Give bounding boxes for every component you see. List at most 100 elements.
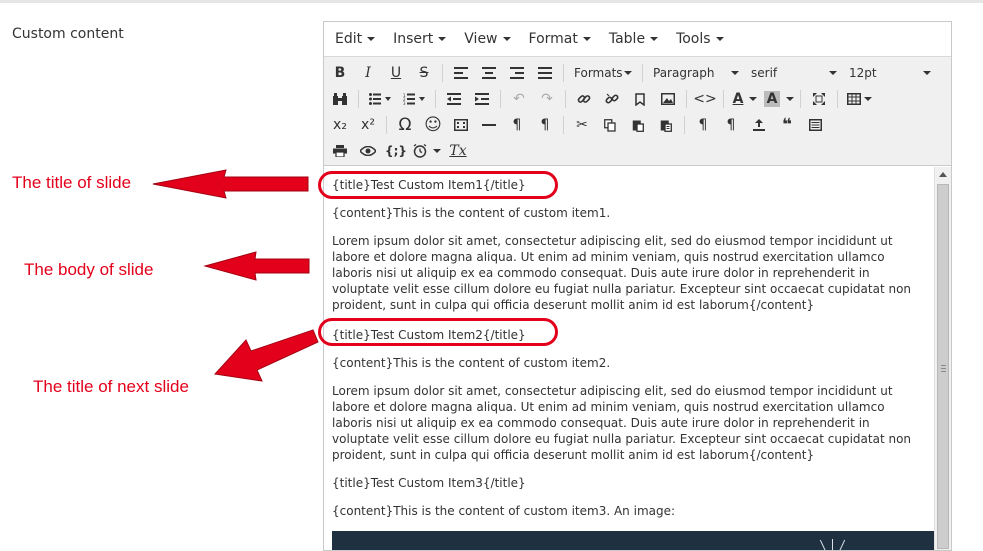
toolbar-row-1: B I U S Formats Paragraph serif 12pt — [326, 60, 949, 86]
fullscreen-icon[interactable] — [805, 87, 833, 111]
formats-dropdown[interactable]: Formats — [568, 62, 638, 84]
image-decoration — [835, 539, 846, 550]
annotation-body-of-slide: The body of slide — [24, 260, 154, 279]
toolbar-separator — [563, 116, 564, 134]
code-sample-icon[interactable]: {;} — [382, 139, 410, 163]
font-size-dropdown[interactable]: 12pt — [843, 62, 937, 84]
align-center-icon[interactable] — [475, 61, 503, 85]
chevron-down-icon — [624, 71, 632, 75]
paragraph-ltr-icon[interactable]: ¶ — [689, 113, 717, 137]
bullet-list-button[interactable] — [363, 87, 397, 111]
chevron-down-icon — [650, 37, 659, 41]
toolbar-separator — [358, 90, 359, 108]
blockquote-icon[interactable]: ❝ — [773, 113, 801, 137]
rich-text-editor: Edit Insert View Format Table Tools B I … — [323, 21, 952, 551]
editor-menubar: Edit Insert View Format Table Tools — [324, 22, 951, 57]
arrow-next-title — [213, 329, 319, 382]
emoticon-icon[interactable]: ☺ — [419, 113, 447, 137]
grip-line — [941, 365, 946, 366]
insert-file-icon[interactable] — [745, 113, 773, 137]
link-icon[interactable] — [570, 87, 598, 111]
insert-datetime-button[interactable] — [410, 139, 444, 163]
bold-button[interactable]: B — [326, 61, 354, 85]
cut-icon[interactable]: ✂ — [568, 113, 596, 137]
top-divider — [0, 0, 983, 3]
undo-icon[interactable]: ↶ — [505, 87, 533, 111]
chevron-down-icon — [731, 71, 739, 75]
find-replace-icon[interactable] — [326, 87, 354, 111]
annotation-title-of-slide: The title of slide — [12, 173, 132, 192]
chevron-down-icon — [863, 97, 872, 101]
slide-title-3: {title}Test Custom Item3{/title} — [332, 476, 526, 490]
menu-table[interactable]: Table — [600, 22, 667, 56]
indent-icon[interactable] — [468, 87, 496, 111]
horizontal-rule-icon[interactable] — [475, 113, 503, 137]
toolbar-separator — [723, 90, 724, 108]
slide-body-1: Lorem ipsum dolor sit amet, consectetur … — [332, 234, 912, 312]
menu-insert[interactable]: Insert — [384, 22, 455, 56]
align-justify-icon[interactable] — [531, 61, 559, 85]
source-code-icon[interactable]: <> — [691, 87, 719, 111]
chevron-down-icon — [829, 71, 837, 75]
menu-format[interactable]: Format — [520, 22, 600, 56]
image-icon[interactable] — [654, 87, 682, 111]
block-format-dropdown[interactable]: Paragraph — [647, 62, 745, 84]
editor-toolbar: B I U S Formats Paragraph serif 12pt 123 — [324, 57, 951, 166]
chevron-down-icon — [502, 37, 511, 41]
toolbar-separator — [642, 64, 643, 82]
font-family-dropdown[interactable]: serif — [745, 62, 843, 84]
align-right-icon[interactable] — [503, 61, 531, 85]
grip-line — [941, 371, 946, 372]
chevron-down-icon — [923, 71, 931, 75]
toolbar-separator — [435, 90, 436, 108]
editor-content-area[interactable]: {title}Test Custom Item1{/title} {conten… — [324, 167, 935, 550]
show-blocks-icon[interactable]: ¶ — [503, 113, 531, 137]
media-icon[interactable] — [447, 113, 475, 137]
chevron-down-icon — [749, 97, 758, 101]
clear-formatting-icon[interactable]: Tx — [444, 139, 472, 163]
rtl-icon[interactable]: ¶ — [531, 113, 559, 137]
print-icon[interactable] — [326, 139, 354, 163]
preview-icon[interactable] — [354, 139, 382, 163]
table-insert-button[interactable] — [842, 87, 876, 111]
paragraph-rtl-icon[interactable]: ¶ — [717, 113, 745, 137]
paste-icon[interactable] — [624, 113, 652, 137]
outdent-icon[interactable] — [440, 87, 468, 111]
underline-button[interactable]: U — [382, 61, 410, 85]
unlink-icon[interactable] — [598, 87, 626, 111]
background-color-button[interactable]: A — [762, 87, 796, 111]
text-color-button[interactable]: A — [728, 87, 762, 111]
toolbar-separator — [800, 90, 801, 108]
toolbar-separator — [686, 90, 687, 108]
paste-text-icon[interactable] — [652, 113, 680, 137]
template-icon[interactable] — [801, 113, 829, 137]
toolbar-separator — [563, 64, 564, 82]
menu-view[interactable]: View — [455, 22, 519, 56]
superscript-button[interactable]: x² — [354, 113, 382, 137]
toolbar-separator — [837, 90, 838, 108]
toolbar-separator — [442, 64, 443, 82]
toolbar-separator — [500, 90, 501, 108]
numbered-list-button[interactable]: 123 — [397, 87, 431, 111]
scrollbar-thumb[interactable] — [937, 184, 949, 549]
menu-edit[interactable]: Edit — [326, 22, 384, 56]
copy-icon[interactable] — [596, 113, 624, 137]
slide-content-3: {content}This is the content of custom i… — [332, 504, 676, 518]
slide-content-2: {content}This is the content of custom i… — [332, 356, 611, 370]
toolbar-separator — [386, 116, 387, 134]
menu-tools[interactable]: Tools — [667, 22, 733, 56]
strikethrough-button[interactable]: S — [410, 61, 438, 85]
scroll-up-arrow-icon[interactable] — [939, 172, 947, 177]
title-highlight-ellipse — [318, 171, 558, 199]
italic-button[interactable]: I — [354, 61, 382, 85]
svg-text:3: 3 — [403, 101, 406, 105]
bookmark-icon[interactable] — [626, 87, 654, 111]
content-scrollbar[interactable] — [934, 167, 951, 550]
special-character-icon[interactable]: Ω — [391, 113, 419, 137]
annotation-title-of-next-slide: The title of next slide — [33, 377, 189, 396]
align-left-icon[interactable] — [447, 61, 475, 85]
next-title-highlight-ellipse — [318, 318, 558, 346]
subscript-button[interactable]: x₂ — [326, 113, 354, 137]
redo-icon[interactable]: ↷ — [533, 87, 561, 111]
embedded-image[interactable] — [332, 531, 934, 550]
